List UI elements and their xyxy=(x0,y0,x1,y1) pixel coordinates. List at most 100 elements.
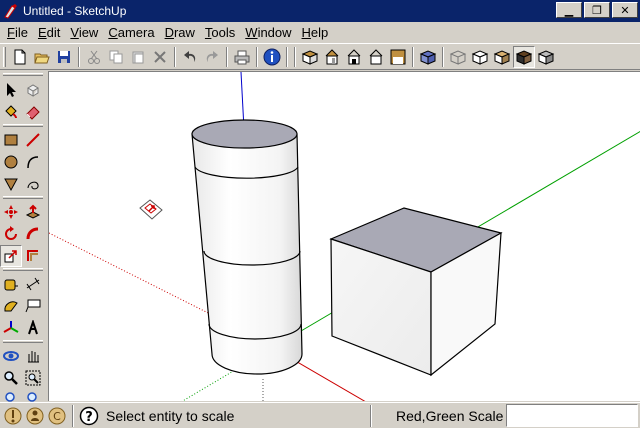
axes-icon[interactable] xyxy=(0,317,22,339)
offset-icon[interactable] xyxy=(22,245,44,267)
toolbar-grip[interactable] xyxy=(3,124,43,127)
scale-icon[interactable] xyxy=(0,245,22,267)
freehand-icon[interactable] xyxy=(22,173,44,195)
toolbar-grip[interactable] xyxy=(3,268,43,271)
toolbar-separator xyxy=(78,46,80,67)
minimize-button[interactable]: ▁ xyxy=(556,2,582,18)
menu-help[interactable]: Help xyxy=(297,25,334,40)
follow-me-icon[interactable] xyxy=(22,223,44,245)
toolbar-separator xyxy=(256,46,258,67)
redo-icon[interactable] xyxy=(201,46,223,68)
close-button[interactable]: ✕ xyxy=(612,2,638,18)
menu-edit[interactable]: Edit xyxy=(33,25,65,40)
tape-measure-icon[interactable] xyxy=(0,273,22,295)
toolbar-grip[interactable] xyxy=(3,340,43,343)
sketchup-logo-icon xyxy=(4,4,17,19)
model-info-icon[interactable] xyxy=(261,46,283,68)
component-icon[interactable] xyxy=(22,79,44,101)
eraser-icon[interactable] xyxy=(22,101,44,123)
text-icon[interactable] xyxy=(22,295,44,317)
rectangle-icon[interactable] xyxy=(0,129,22,151)
copy-icon[interactable] xyxy=(105,46,127,68)
polygon-icon[interactable] xyxy=(0,173,22,195)
help-icon[interactable]: ? xyxy=(78,405,100,427)
geo-location-icon[interactable] xyxy=(2,405,24,427)
toolbar-separator xyxy=(226,46,228,67)
push-pull-icon[interactable] xyxy=(22,201,44,223)
main-toolbar xyxy=(0,43,640,70)
cube[interactable] xyxy=(329,207,503,377)
3d-text-icon[interactable] xyxy=(22,317,44,339)
menu-view[interactable]: View xyxy=(65,25,103,40)
copyright-icon[interactable]: C xyxy=(46,405,68,427)
close-icon: ✕ xyxy=(620,3,630,17)
measurements-input[interactable] xyxy=(506,404,638,427)
iso-view-icon[interactable] xyxy=(299,46,321,68)
shaded-textures-icon[interactable] xyxy=(513,45,535,68)
pan-icon[interactable] xyxy=(22,345,44,367)
status-bar: C ? Select entity to scale Red,Green Sca… xyxy=(0,402,640,428)
save-icon[interactable] xyxy=(53,46,75,68)
menu-file[interactable]: File xyxy=(2,25,33,40)
front-view-icon[interactable] xyxy=(343,46,365,68)
scale-cursor-icon xyxy=(139,199,163,220)
status-separator xyxy=(370,405,372,427)
zoom-icon[interactable] xyxy=(0,367,22,389)
title-bar: Untitled - SketchUp ▁ ❐ ✕ xyxy=(0,0,640,22)
toolbar-grip[interactable] xyxy=(3,46,6,67)
left-toolbar xyxy=(0,71,48,402)
toolbar-grip[interactable] xyxy=(3,196,43,199)
credits-icon[interactable] xyxy=(24,405,46,427)
circle-icon[interactable] xyxy=(0,151,22,173)
svg-text:?: ? xyxy=(85,410,93,425)
select-icon[interactable] xyxy=(0,79,22,101)
new-icon[interactable] xyxy=(9,46,31,68)
arc-icon[interactable] xyxy=(22,151,44,173)
cylinder[interactable] xyxy=(191,119,303,375)
toolbar-grip[interactable] xyxy=(3,73,43,76)
svg-text:C: C xyxy=(53,410,61,423)
monochrome-icon[interactable] xyxy=(535,46,557,68)
window-title: Untitled - SketchUp xyxy=(23,4,127,18)
protractor-icon[interactable] xyxy=(0,295,22,317)
menu-camera[interactable]: Camera xyxy=(103,25,159,40)
right-view-icon[interactable] xyxy=(365,46,387,68)
toolbar-separator xyxy=(442,46,444,67)
cut-icon[interactable] xyxy=(83,46,105,68)
menu-bar: File Edit View Camera Draw Tools Window … xyxy=(0,22,640,43)
toolbar-separator xyxy=(174,46,176,67)
status-separator xyxy=(72,404,74,427)
print-icon[interactable] xyxy=(231,46,253,68)
status-message: Select entity to scale xyxy=(106,407,235,424)
shaded-icon[interactable] xyxy=(491,46,513,68)
dimension-icon[interactable] xyxy=(22,273,44,295)
menu-draw[interactable]: Draw xyxy=(160,25,200,40)
cylinder-top-face[interactable] xyxy=(191,119,298,149)
erase-icon[interactable] xyxy=(149,46,171,68)
menu-window[interactable]: Window xyxy=(240,25,296,40)
wireframe-icon[interactable] xyxy=(447,46,469,68)
drawing-viewport[interactable] xyxy=(48,71,640,401)
back-view-icon[interactable] xyxy=(387,46,409,68)
zoom-window-icon[interactable] xyxy=(22,367,44,389)
minimize-icon: ▁ xyxy=(564,3,574,17)
orbit-icon[interactable] xyxy=(0,345,22,367)
undo-icon[interactable] xyxy=(179,46,201,68)
restore-button[interactable]: ❐ xyxy=(584,2,610,18)
toolbar-separator xyxy=(286,46,288,67)
model-canvas[interactable] xyxy=(49,72,640,401)
menu-tools[interactable]: Tools xyxy=(200,25,240,40)
open-icon[interactable] xyxy=(31,46,53,68)
top-view-icon[interactable] xyxy=(321,46,343,68)
rotate-icon[interactable] xyxy=(0,223,22,245)
toolbar-separator xyxy=(294,46,296,67)
restore-icon: ❐ xyxy=(592,3,602,17)
toolbar-separator xyxy=(412,46,414,67)
hidden-line-icon[interactable] xyxy=(469,46,491,68)
paint-bucket-icon[interactable] xyxy=(0,101,22,123)
xray-icon[interactable] xyxy=(417,46,439,68)
paste-icon[interactable] xyxy=(127,46,149,68)
measurements-label: Red,Green Scale xyxy=(396,408,504,424)
move-icon[interactable] xyxy=(0,201,22,223)
line-icon[interactable] xyxy=(22,129,44,151)
